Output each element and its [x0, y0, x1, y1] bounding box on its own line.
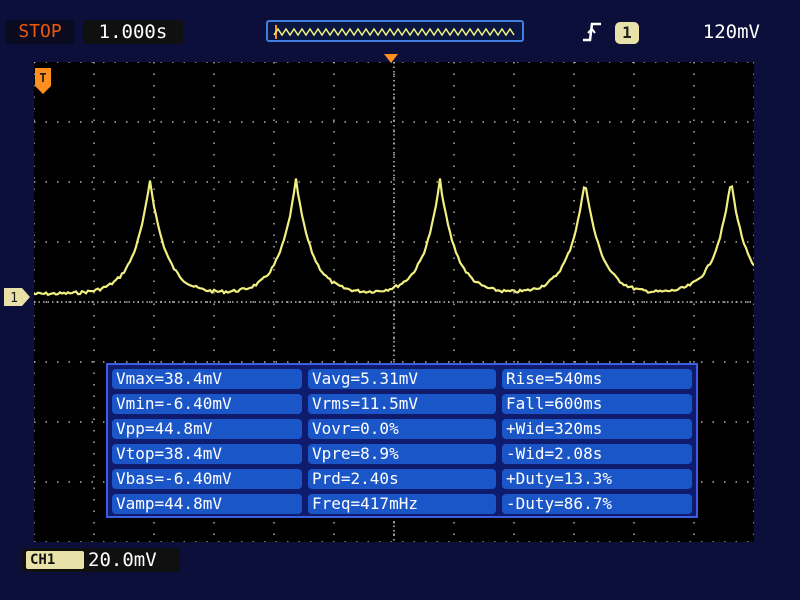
- memory-depth-indicator: [266, 20, 524, 42]
- measurement-row: Vmax=38.4mV Vavg=5.31mV Rise=540ms: [112, 369, 692, 389]
- channel-volts-per-div: 20.0mV: [88, 549, 157, 571]
- measurement-value: Vtop=38.4mV: [112, 444, 302, 464]
- measurement-value: -Wid=2.08s: [502, 444, 692, 464]
- channel-1-trace: [34, 178, 754, 297]
- trigger-level-readout[interactable]: 120mV: [650, 20, 760, 44]
- channel-badge-label: CH1: [30, 552, 56, 568]
- channel-1-level-marker[interactable]: 1: [4, 288, 30, 306]
- channel-scale-readout[interactable]: CH1 20.0mV: [22, 548, 180, 572]
- trigger-time-marker[interactable]: T: [35, 68, 51, 94]
- measurement-row: Vmin=-6.40mV Vrms=11.5mV Fall=600ms: [112, 394, 692, 414]
- measurement-value: Vavg=5.31mV: [308, 369, 496, 389]
- measurement-value: Vrms=11.5mV: [308, 394, 496, 414]
- measurement-value: +Wid=320ms: [502, 419, 692, 439]
- measurement-value: Vpre=8.9%: [308, 444, 496, 464]
- measurement-row: Vbas=-6.40mV Prd=2.40s +Duty=13.3%: [112, 469, 692, 489]
- measurement-value: Vovr=0.0%: [308, 419, 496, 439]
- measurement-value: Fall=600ms: [502, 394, 692, 414]
- measurement-value: Vpp=44.8mV: [112, 419, 302, 439]
- timebase-readout[interactable]: 1.000s: [83, 20, 183, 44]
- measurement-panel: Vmax=38.4mV Vavg=5.31mV Rise=540ms Vmin=-6.…: [106, 363, 698, 518]
- top-status-bar: STOP 1.000s 1 120mV: [0, 0, 800, 58]
- channel-marker-label: 1: [10, 291, 18, 306]
- measurement-row: Vtop=38.4mV Vpre=8.9% -Wid=2.08s: [112, 444, 692, 464]
- memory-waveform-icon: [273, 25, 515, 39]
- measurement-value: Rise=540ms: [502, 369, 692, 389]
- channel-badge: CH1: [26, 551, 84, 569]
- run-stop-status[interactable]: STOP: [6, 20, 74, 44]
- measurement-value: Vamp=44.8mV: [112, 494, 302, 514]
- measurement-row: Vamp=44.8mV Freq=417mHz -Duty=86.7%: [112, 494, 692, 514]
- measurement-value: Freq=417mHz: [308, 494, 496, 514]
- measurement-value: Vmin=-6.40mV: [112, 394, 302, 414]
- trigger-source-badge[interactable]: 1: [615, 22, 639, 44]
- rising-edge-icon[interactable]: [580, 20, 604, 44]
- measurement-row: Vpp=44.8mV Vovr=0.0% +Wid=320ms: [112, 419, 692, 439]
- measurement-value: -Duty=86.7%: [502, 494, 692, 514]
- trigger-marker-label: T: [39, 71, 46, 85]
- measurement-value: Vbas=-6.40mV: [112, 469, 302, 489]
- measurement-value: Vmax=38.4mV: [112, 369, 302, 389]
- measurement-value: Prd=2.40s: [308, 469, 496, 489]
- oscilloscope-screen: STOP 1.000s 1 120mV T 1 Vmax=38.4mV Vavg=…: [0, 0, 800, 600]
- measurement-value: +Duty=13.3%: [502, 469, 692, 489]
